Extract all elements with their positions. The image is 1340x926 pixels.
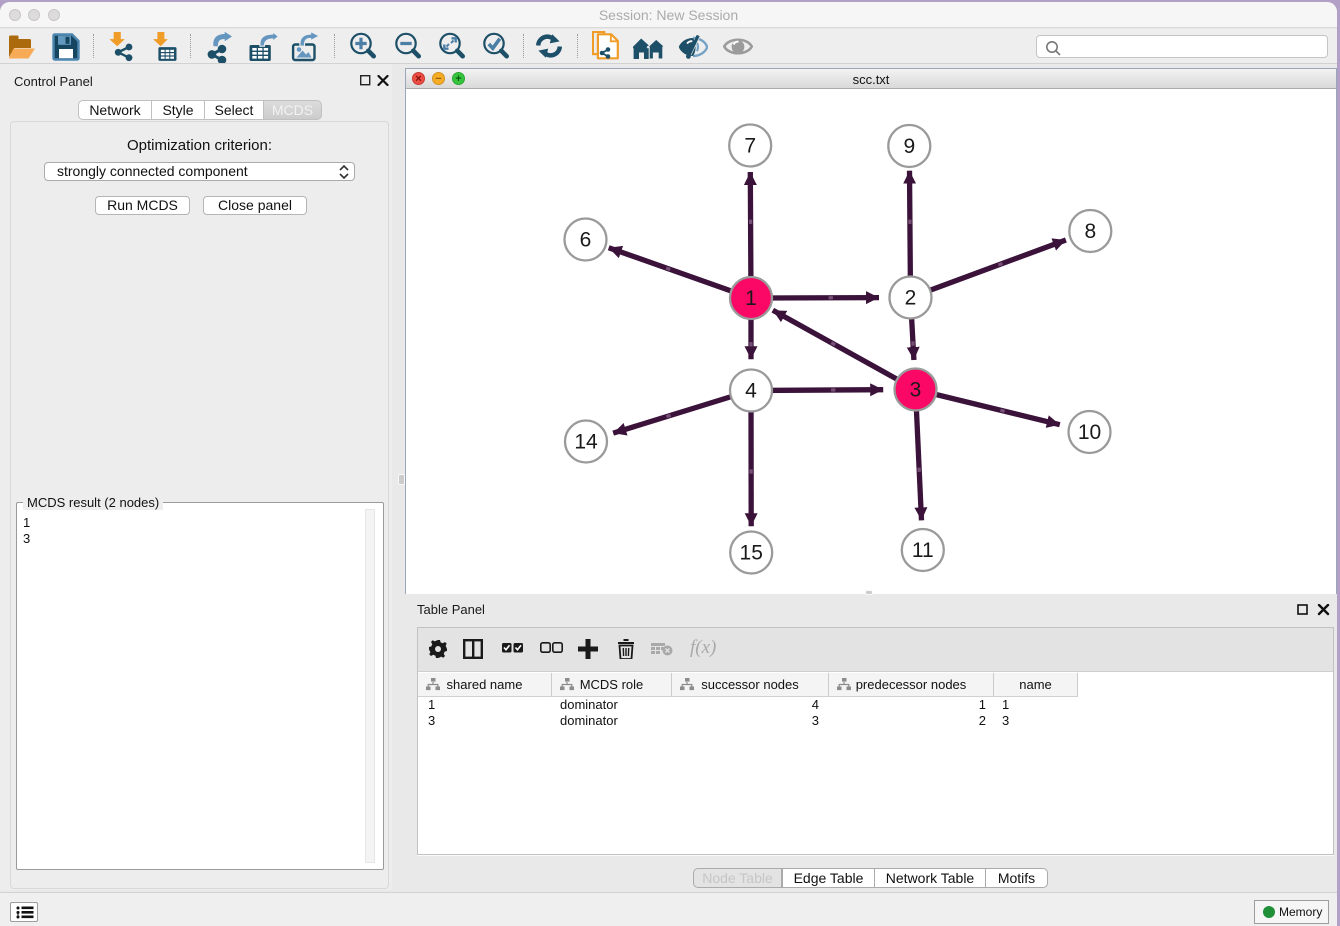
svg-text:1: 1 <box>745 287 757 310</box>
svg-text:9: 9 <box>903 135 915 158</box>
svg-text:4: 4 <box>745 380 757 403</box>
svg-text:8: 8 <box>1084 220 1096 243</box>
svg-text:6: 6 <box>580 229 592 252</box>
svg-text:7: 7 <box>744 135 756 158</box>
svg-text:2: 2 <box>905 287 917 310</box>
svg-text:14: 14 <box>574 431 598 454</box>
svg-text:15: 15 <box>740 542 763 565</box>
svg-text:3: 3 <box>910 379 922 402</box>
svg-text:11: 11 <box>912 539 934 562</box>
svg-text:10: 10 <box>1078 421 1101 444</box>
